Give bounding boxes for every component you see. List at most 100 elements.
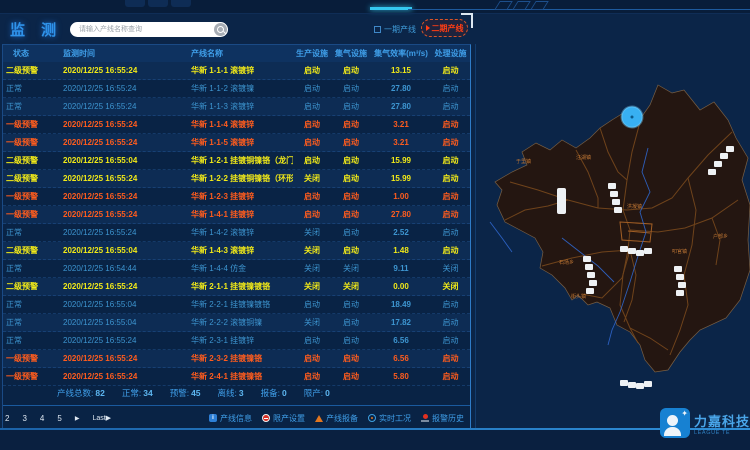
production-facility-state: 启动 xyxy=(293,353,331,364)
table-row[interactable]: 正常 2020/12/25 16:55:24 华新 2-3-1 挂镀锌 启动 启… xyxy=(3,332,470,350)
logo-icon: ✦ xyxy=(660,408,690,438)
deco-cyan-line xyxy=(370,7,412,10)
pagination: 2 3 4 5 ▶ Last▶ xyxy=(3,414,111,423)
table-row[interactable]: 一级预警 2020/12/25 16:55:24 华新 1-2-3 挂镀锌 启动… xyxy=(3,188,470,206)
status-badge: 一级预警 xyxy=(3,119,59,130)
col-name: 产线名称 xyxy=(177,48,293,59)
table-row[interactable]: 一级预警 2020/12/25 16:55:24 华新 1-4-1 挂镀锌 启动… xyxy=(3,206,470,224)
col-time: 监测时间 xyxy=(59,48,177,59)
page-title: 监 测 xyxy=(10,19,62,40)
monitor-time: 2020/12/25 16:55:04 xyxy=(59,156,177,165)
production-facility-state: 启动 xyxy=(293,209,331,220)
production-facility-state: 关闭 xyxy=(293,227,331,238)
gas-efficiency-value: 27.80 xyxy=(371,210,431,219)
warning-triangle-icon xyxy=(315,415,323,422)
search-box[interactable] xyxy=(70,22,228,37)
table-row[interactable]: 正常 2020/12/25 16:55:04 华新 2-2-2 滚镀铜镍 关闭 … xyxy=(3,314,470,332)
status-badge: 正常 xyxy=(3,263,59,274)
table-row[interactable]: 正常 2020/12/25 16:55:24 华新 1-4-2 滚镀锌 关闭 启… xyxy=(3,224,470,242)
table-header: 状态 监测时间 产线名称 生产设施 集气设施 集气效率(m³/s) 处理设施 xyxy=(3,45,470,62)
treatment-facility-state: 启动 xyxy=(431,209,470,220)
table-row[interactable]: 二级预警 2020/12/25 16:55:04 华新 1-2-1 挂镀铜镍铬（… xyxy=(3,152,470,170)
gas-facility-state: 启动 xyxy=(331,101,371,112)
district-map[interactable]: 汪湖镇 于里镇 洪凝镇 户部乡 叩官镇 石场乡 街头镇 xyxy=(480,60,750,400)
gas-facility-state: 启动 xyxy=(331,137,371,148)
table-row[interactable]: 二级预警 2020/12/25 16:55:04 华新 1-4-3 滚镀锌 关闭… xyxy=(3,242,470,260)
monitor-time: 2020/12/25 16:55:24 xyxy=(59,84,177,93)
line-name: 华新 1-4-3 滚镀锌 xyxy=(177,245,293,256)
table-row[interactable]: 一级预警 2020/12/25 16:55:24 华新 1-1-4 滚镀锌 启动… xyxy=(3,116,470,134)
checkbox-icon[interactable] xyxy=(374,26,381,33)
deco-slash xyxy=(494,1,513,10)
gas-facility-state: 启动 xyxy=(331,227,371,238)
town-label: 街头镇 xyxy=(571,293,586,300)
monitor-time: 2020/12/25 16:55:04 xyxy=(59,246,177,255)
treatment-facility-state: 启动 xyxy=(431,155,470,166)
gas-facility-state: 启动 xyxy=(331,371,371,382)
table-row[interactable]: 二级预警 2020/12/25 16:55:24 华新 1-1-1 滚镀锌 启动… xyxy=(3,62,470,80)
legend-line-report[interactable]: 产线报备 xyxy=(315,413,358,424)
next-page-icon[interactable]: ▶ xyxy=(75,415,80,422)
town-label: 户部乡 xyxy=(713,233,728,240)
alarm-icon xyxy=(421,414,429,422)
monitoring-table-panel: 状态 监测时间 产线名称 生产设施 集气设施 集气效率(m³/s) 处理设施 二… xyxy=(2,44,471,429)
legend-line-info[interactable]: i产线信息 xyxy=(209,413,252,424)
production-facility-state: 启动 xyxy=(293,335,331,346)
table-row[interactable]: 一级预警 2020/12/25 16:55:24 华新 2-4-1 挂镀镍铬 启… xyxy=(3,368,470,386)
monitor-time: 2020/12/25 16:55:24 xyxy=(59,174,177,183)
status-badge: 一级预警 xyxy=(3,137,59,148)
deco-blue-line xyxy=(408,9,750,10)
gas-efficiency-value: 15.99 xyxy=(371,174,431,183)
monitor-time: 2020/12/25 16:55:24 xyxy=(59,228,177,237)
treatment-facility-state: 启动 xyxy=(431,299,470,310)
treatment-facility-state: 启动 xyxy=(431,65,470,76)
gas-efficiency-value: 27.80 xyxy=(371,84,431,93)
production-facility-state: 启动 xyxy=(293,137,331,148)
stat-reported: 报备:0 xyxy=(261,387,287,399)
company-logo: ✦ 力嘉科技 LEAGUE TE xyxy=(660,408,750,438)
production-facility-state: 关闭 xyxy=(293,245,331,256)
table-row[interactable]: 正常 2020/12/25 16:55:04 华新 2-2-1 挂镀镍镀铬 启动… xyxy=(3,296,470,314)
page-number[interactable]: 5 xyxy=(57,414,61,423)
legend-realtime-status[interactable]: 实时工况 xyxy=(368,413,411,424)
treatment-facility-state: 启动 xyxy=(431,353,470,364)
table-row[interactable]: 正常 2020/12/25 16:55:24 华新 1-1-3 滚镀锌 启动 启… xyxy=(3,98,470,116)
line-name: 华新 1-2-2 挂镀铜镍铬（环形线） xyxy=(177,173,293,184)
phase1-checkbox[interactable]: 一期产线 xyxy=(374,24,416,35)
town-label: 汪湖镇 xyxy=(576,154,591,161)
production-facility-state: 启动 xyxy=(293,101,331,112)
star-icon: ✦ xyxy=(681,409,688,418)
col-status: 状态 xyxy=(3,48,59,59)
treatment-facility-state: 启动 xyxy=(431,137,470,148)
table-row[interactable]: 二级预警 2020/12/25 16:55:24 华新 2-1-1 挂镀镍镀铬 … xyxy=(3,278,470,296)
search-icon[interactable] xyxy=(214,23,227,36)
page-number[interactable]: 3 xyxy=(22,414,26,423)
gas-facility-state: 启动 xyxy=(331,65,371,76)
status-badge: 正常 xyxy=(3,101,59,112)
corner-bracket-deco xyxy=(461,13,473,28)
logo-subtitle: LEAGUE TE xyxy=(694,430,750,436)
table-row[interactable]: 二级预警 2020/12/25 16:55:24 华新 1-2-2 挂镀铜镍铬（… xyxy=(3,170,470,188)
production-facility-state: 关闭 xyxy=(293,173,331,184)
page-number[interactable]: 4 xyxy=(40,414,44,423)
map-marker[interactable] xyxy=(622,107,643,128)
table-row[interactable]: 正常 2020/12/25 16:54:44 华新 1-4-4 仿金 关闭 关闭… xyxy=(3,260,470,278)
last-page-button[interactable]: Last▶ xyxy=(92,414,111,422)
table-row[interactable]: 一级预警 2020/12/25 16:55:24 华新 2-3-2 挂镀镍铬 启… xyxy=(3,350,470,368)
gas-efficiency-value: 27.80 xyxy=(371,102,431,111)
line-name: 华新 1-4-1 挂镀锌 xyxy=(177,209,293,220)
table-row[interactable]: 正常 2020/12/25 16:55:24 华新 1-1-2 滚镀镍 启动 启… xyxy=(3,80,470,98)
legend-alarm-history[interactable]: 报警历史 xyxy=(421,413,464,424)
legend-limit-settings[interactable]: 限产设置 xyxy=(262,413,305,424)
treatment-facility-state: 启动 xyxy=(431,245,470,256)
page-number[interactable]: 2 xyxy=(5,414,9,423)
search-input[interactable] xyxy=(79,22,211,37)
gas-facility-state: 启动 xyxy=(331,155,371,166)
stat-warning: 预警:45 xyxy=(170,387,201,399)
table-row[interactable]: 一级预警 2020/12/25 16:55:24 华新 1-1-5 滚镀锌 启动… xyxy=(3,134,470,152)
treatment-facility-state: 启动 xyxy=(431,371,470,382)
town-label: 石场乡 xyxy=(559,259,574,266)
gas-facility-state: 启动 xyxy=(331,353,371,364)
gas-efficiency-value: 3.21 xyxy=(371,120,431,129)
town-label: 叩官镇 xyxy=(672,248,687,255)
